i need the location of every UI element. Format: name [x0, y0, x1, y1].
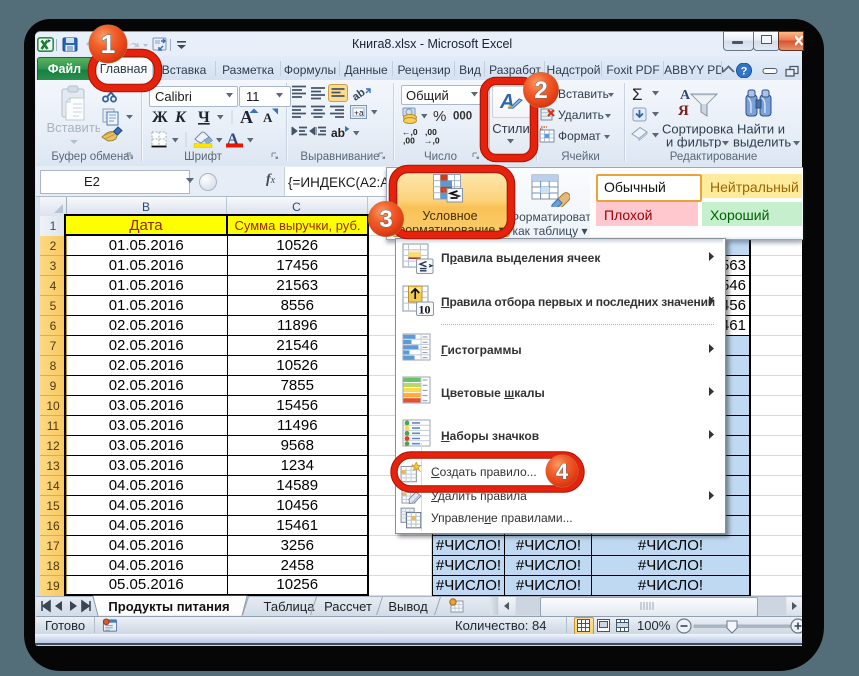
svg-text:3: 3 — [379, 206, 392, 233]
svg-text:2: 2 — [534, 77, 547, 104]
svg-text:1: 1 — [101, 29, 115, 59]
svg-text:4: 4 — [556, 459, 569, 484]
